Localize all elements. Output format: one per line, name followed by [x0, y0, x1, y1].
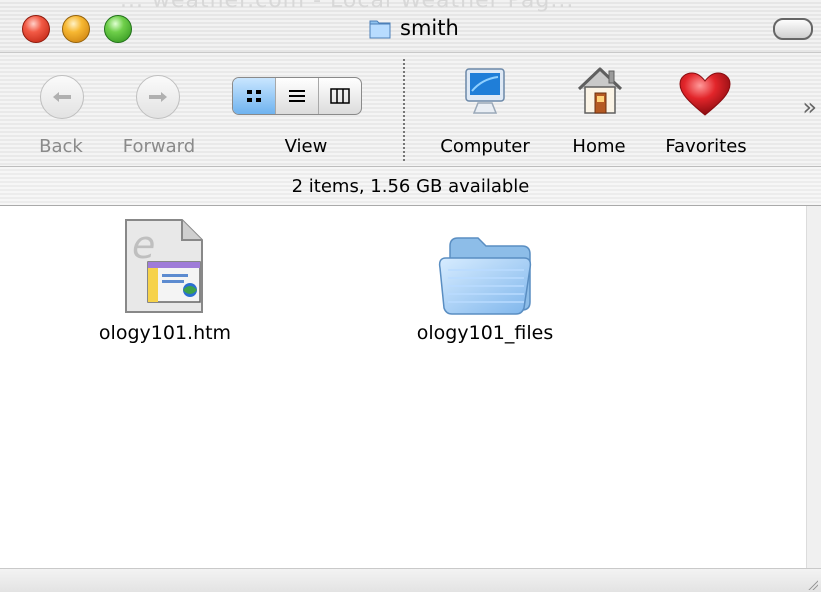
back-label: Back: [39, 136, 83, 157]
icon-view-icon: [247, 90, 261, 102]
vertical-scrollbar[interactable]: [806, 206, 821, 568]
file-item-ology101-htm[interactable]: e ology101.htm: [98, 218, 232, 358]
computer-label: Computer: [440, 136, 530, 157]
list-view-icon: [289, 90, 305, 102]
view-label: View: [284, 136, 328, 157]
folder-icon: [436, 224, 536, 320]
svg-text:e: e: [132, 223, 155, 267]
column-view-icon: [330, 88, 350, 104]
toolbar-overflow-button[interactable]: »: [802, 93, 817, 121]
zoom-button[interactable]: [104, 15, 132, 43]
file-name-label: ology101.htm: [98, 322, 232, 344]
window-title-text: smith: [400, 16, 459, 40]
toolbar-divider: [403, 59, 405, 161]
file-item-ology101-files[interactable]: ology101_files: [416, 218, 554, 358]
folder-icon: [368, 16, 392, 40]
background-window-title: ... weather.com - Local Weather Pag...: [120, 0, 575, 13]
close-button[interactable]: [22, 15, 50, 43]
title-bar: ... weather.com - Local Weather Pag... s…: [0, 0, 821, 53]
forward-label: Forward: [122, 136, 196, 157]
window-title: smith: [368, 14, 459, 42]
favorites-button[interactable]: Favorites: [650, 53, 770, 166]
status-bar: 2 items, 1.56 GB available: [0, 167, 821, 206]
resize-handle-icon[interactable]: [806, 578, 818, 590]
file-browser-area[interactable]: e ology101.htm ology101_files: [0, 206, 806, 568]
favorites-label: Favorites: [665, 136, 747, 157]
toolbar: Back Forward View Computer Home Favorite…: [0, 53, 821, 167]
computer-icon: [462, 67, 508, 121]
back-arrow-icon: [40, 75, 84, 119]
status-text: 2 items, 1.56 GB available: [291, 175, 530, 197]
home-button[interactable]: Home: [555, 53, 645, 166]
minimize-button[interactable]: [62, 15, 90, 43]
list-view-button[interactable]: [275, 78, 318, 114]
home-icon: [575, 65, 625, 121]
column-view-button[interactable]: [318, 78, 361, 114]
computer-button[interactable]: Computer: [420, 53, 550, 166]
forward-button[interactable]: Forward: [100, 53, 220, 166]
heart-icon: [678, 71, 732, 121]
icon-view-button[interactable]: [233, 78, 275, 114]
file-name-label: ology101_files: [416, 322, 554, 344]
toolbar-toggle-button[interactable]: [773, 18, 813, 40]
forward-arrow-icon: [136, 75, 180, 119]
view-segmented-control[interactable]: [232, 77, 362, 115]
home-label: Home: [572, 136, 626, 157]
ie-html-document-icon: e: [124, 218, 208, 318]
bottom-bar: [0, 568, 821, 592]
